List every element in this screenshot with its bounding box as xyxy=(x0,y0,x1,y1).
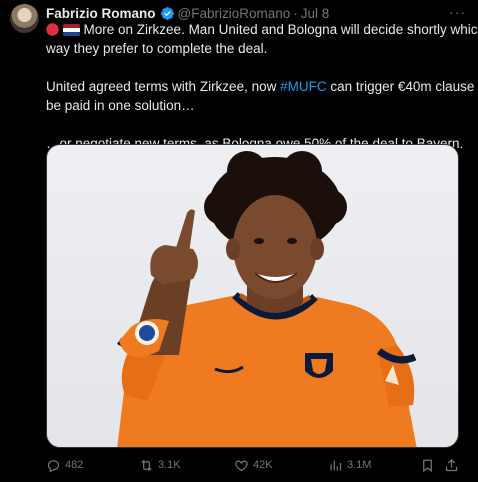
share-icon xyxy=(445,458,458,471)
bookmark-button[interactable] xyxy=(420,458,435,473)
netherlands-flag-icon xyxy=(62,24,80,36)
tweet-text-line-2: way they prefer to complete the deal. xyxy=(46,41,268,56)
bookmark-icon xyxy=(423,459,432,472)
repost-count: 3.1K xyxy=(158,459,181,471)
tweet[interactable]: Fabrizio Romano @FabrizioRomano · Jul 8 … xyxy=(0,0,478,482)
reply-icon xyxy=(47,459,60,473)
like-button[interactable]: 42K xyxy=(234,458,273,473)
red-circle-icon xyxy=(46,23,59,36)
tweet-photo[interactable] xyxy=(46,144,459,448)
repost-icon xyxy=(141,459,152,471)
reply-button[interactable]: 482 xyxy=(46,458,83,473)
views-button[interactable]: 3.1M xyxy=(328,458,371,473)
share-button[interactable] xyxy=(444,458,459,473)
action-bar: 482 3.1K 42K 3.1M xyxy=(46,455,462,475)
tweet-line-3: United agreed terms with Zirkzee, now #M… xyxy=(46,77,478,96)
tweet-text-line-3-pre: United agreed terms with Zirkzee, now xyxy=(46,79,281,94)
author-name[interactable]: Fabrizio Romano xyxy=(46,6,156,21)
like-count: 42K xyxy=(253,459,273,471)
repost-button[interactable]: 3.1K xyxy=(139,458,181,473)
separator-dot: · xyxy=(293,5,298,21)
author-handle[interactable]: @FabrizioRomano xyxy=(178,6,291,21)
reply-count: 482 xyxy=(65,459,84,471)
hashtag-link[interactable]: #MUFC xyxy=(280,79,327,94)
tweet-date[interactable]: Jul 8 xyxy=(301,6,330,21)
avatar[interactable] xyxy=(10,4,39,33)
heart-icon xyxy=(235,459,248,471)
more-options-icon[interactable]: ··· xyxy=(449,4,466,20)
tweet-line-1: More on Zirkzee. Man United and Bologna … xyxy=(46,20,478,39)
views-count: 3.1M xyxy=(347,459,372,471)
views-chart-icon xyxy=(330,460,342,470)
tweet-text-line-3-post: can trigger €40m clause to xyxy=(326,79,478,94)
verified-badge-icon xyxy=(160,6,174,20)
tweet-text-line-4: be paid in one solution… xyxy=(46,98,195,113)
player-photo xyxy=(116,151,417,447)
tweet-text-line-1: More on Zirkzee. Man United and Bologna … xyxy=(83,22,478,37)
tweet-text: More on Zirkzee. Man United and Bologna … xyxy=(46,20,478,153)
